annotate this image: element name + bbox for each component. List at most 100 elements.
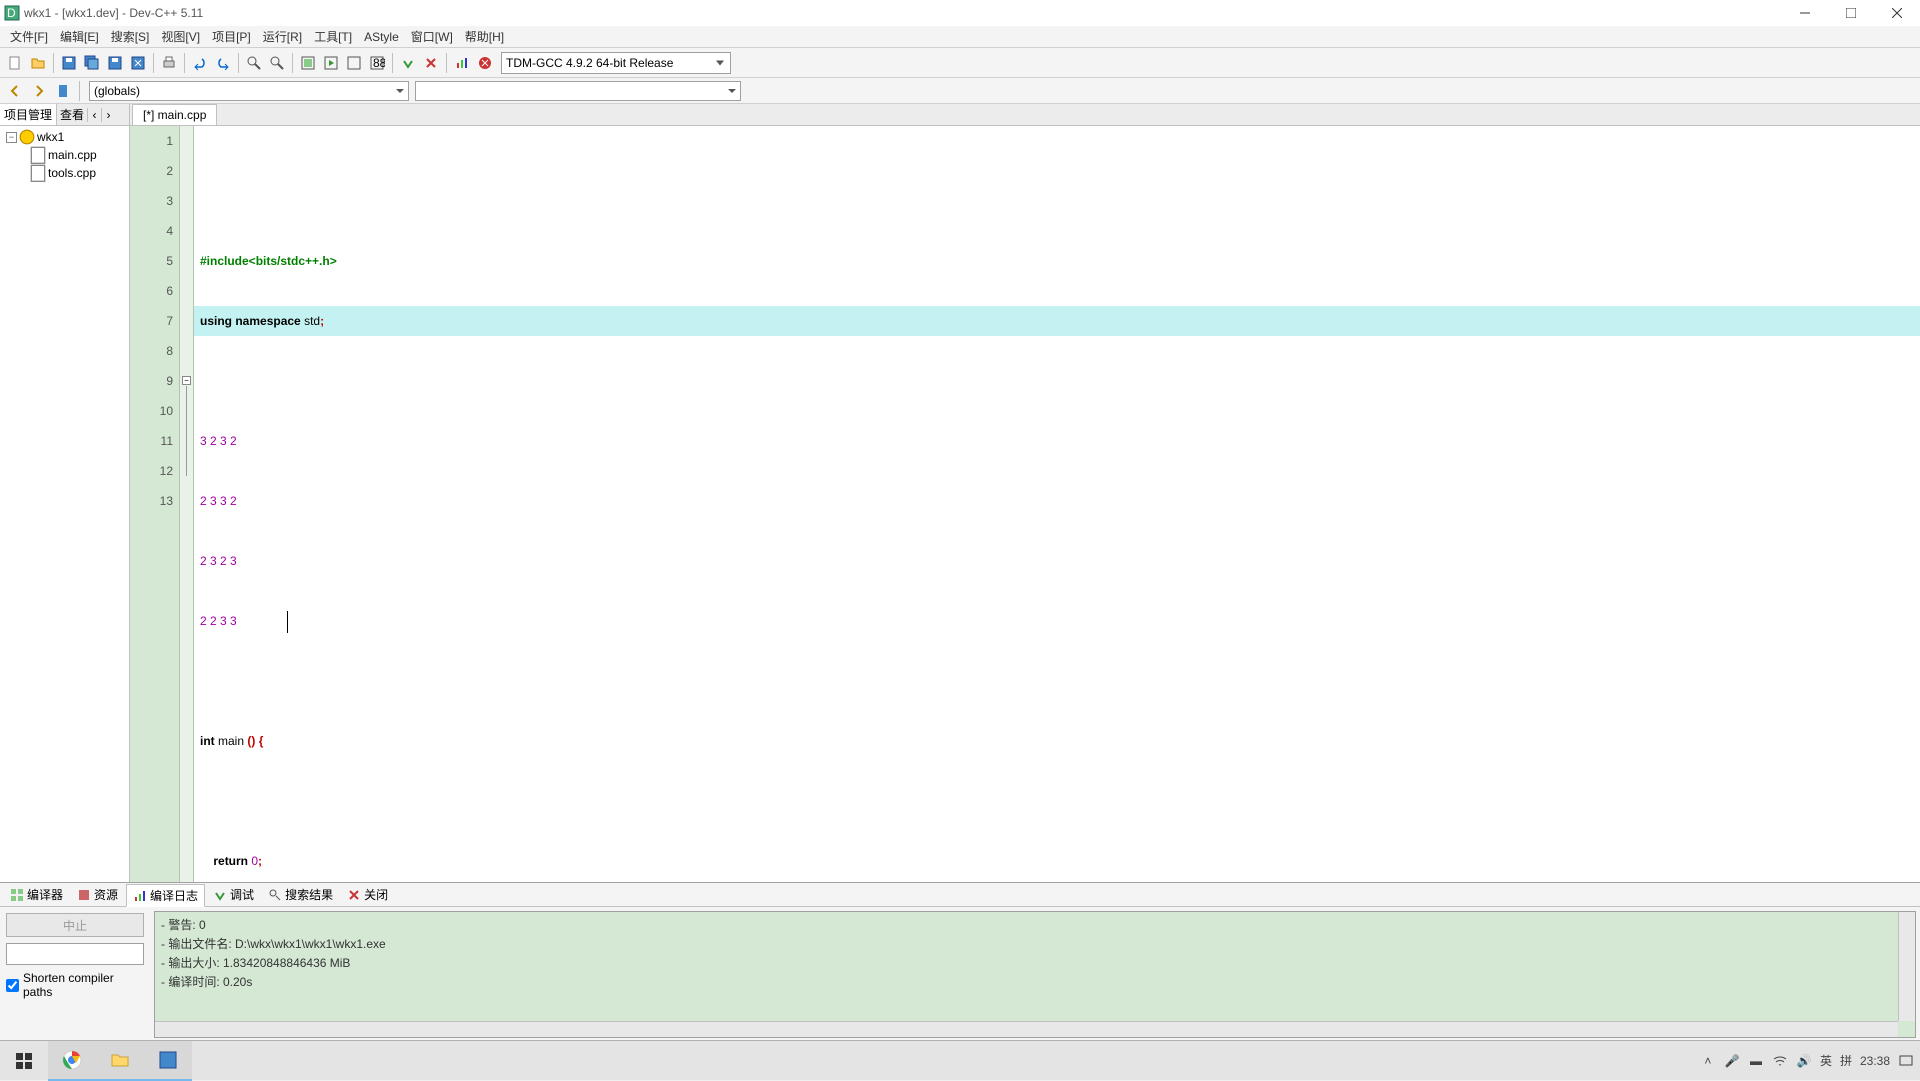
tree-file-item[interactable]: main.cpp	[2, 146, 127, 164]
tab-compiler[interactable]: 编译器	[4, 884, 69, 905]
menu-help[interactable]: 帮助[H]	[459, 26, 510, 47]
compile-output[interactable]: - 警告: 0 - 输出文件名: D:\wkx\wkx1\wkx1\wkx1.e…	[154, 911, 1916, 1038]
save-icon[interactable]	[58, 52, 80, 74]
project-icon	[19, 130, 35, 144]
run-icon[interactable]	[320, 52, 342, 74]
print-icon[interactable]	[158, 52, 180, 74]
compiler-profile-combo[interactable]: TDM-GCC 4.9.2 64-bit Release	[501, 52, 731, 74]
start-button[interactable]	[0, 1041, 48, 1081]
editor-tab-main[interactable]: [*] main.cpp	[132, 104, 217, 125]
undo-icon[interactable]	[189, 52, 211, 74]
close-button[interactable]	[1874, 0, 1920, 26]
save-as-icon[interactable]	[104, 52, 126, 74]
delete-profile-icon[interactable]	[474, 52, 496, 74]
debug-icon[interactable]	[397, 52, 419, 74]
output-line: - 输出文件名: D:\wkx\wkx1\wkx1\wkx1.exe	[161, 935, 1909, 954]
menu-search[interactable]: 搜索[S]	[105, 26, 156, 47]
checkbox-label: Shorten compiler paths	[23, 971, 144, 999]
tray-mic-icon[interactable]: 🎤	[1724, 1053, 1740, 1069]
tree-project-node[interactable]: − wkx1	[2, 128, 127, 146]
tray-battery-icon[interactable]: ▬	[1748, 1053, 1764, 1069]
goto-back-icon[interactable]	[4, 80, 26, 102]
menu-tools[interactable]: 工具[T]	[308, 26, 358, 47]
open-icon[interactable]	[27, 52, 49, 74]
tab-label: 编译器	[27, 886, 63, 903]
profile-icon[interactable]	[451, 52, 473, 74]
compiler-filter-input[interactable]	[6, 943, 144, 965]
compiler-profile-text: TDM-GCC 4.9.2 64-bit Release	[506, 56, 673, 70]
abort-button[interactable]: 中止	[6, 913, 144, 937]
collapse-icon[interactable]: −	[6, 132, 17, 143]
stop-icon[interactable]	[420, 52, 442, 74]
taskbar-explorer[interactable]	[96, 1041, 144, 1081]
menu-project[interactable]: 项目[P]	[206, 26, 257, 47]
menu-edit[interactable]: 编辑[E]	[54, 26, 105, 47]
tray-chevron-icon[interactable]: ˄	[1700, 1053, 1716, 1069]
horizontal-scrollbar[interactable]	[155, 1021, 1898, 1037]
tab-debug[interactable]: 调试	[207, 884, 260, 905]
tab-resources[interactable]: 资源	[71, 884, 124, 905]
close-file-icon[interactable]	[127, 52, 149, 74]
menu-run[interactable]: 运行[R]	[257, 26, 308, 47]
replace-icon[interactable]	[266, 52, 288, 74]
sidebar-tab-view[interactable]: 查看	[57, 104, 87, 125]
find-icon[interactable]	[243, 52, 265, 74]
code-editor[interactable]: 123 456 789 101112 13 − #include<bits/st…	[130, 126, 1920, 882]
tab-close[interactable]: 关闭	[341, 884, 394, 905]
tree-file-item[interactable]: tools.cpp	[2, 164, 127, 182]
tab-compile-log[interactable]: 编译日志	[126, 884, 205, 907]
vertical-scrollbar[interactable]	[1898, 912, 1915, 1021]
tray-clock[interactable]: 23:38	[1860, 1054, 1890, 1068]
tray-volume-icon[interactable]: 🔊	[1796, 1053, 1812, 1069]
file-name: main.cpp	[48, 148, 97, 162]
windows-taskbar: ˄ 🎤 ▬ 🔊 英 拼 23:38	[0, 1040, 1920, 1080]
menu-astyle[interactable]: AStyle	[358, 28, 405, 46]
svg-text:88: 88	[373, 56, 385, 70]
bookmark-icon[interactable]	[52, 80, 74, 102]
rebuild-icon[interactable]: 88	[366, 52, 388, 74]
line-gutter: 123 456 789 101112 13	[130, 126, 180, 882]
compile-icon[interactable]	[297, 52, 319, 74]
tray-wifi-icon[interactable]	[1772, 1053, 1788, 1069]
tray-ime-lang[interactable]: 英	[1820, 1052, 1832, 1069]
file-icon	[30, 166, 46, 180]
menu-view[interactable]: 视图[V]	[155, 26, 206, 47]
member-combo[interactable]	[415, 81, 741, 101]
class-navbar: (globals)	[0, 78, 1920, 104]
goto-fwd-icon[interactable]	[28, 80, 50, 102]
taskbar-chrome[interactable]	[48, 1041, 96, 1081]
tab-search-results[interactable]: 搜索结果	[262, 884, 339, 905]
minimize-button[interactable]	[1782, 0, 1828, 26]
file-name: tools.cpp	[48, 166, 96, 180]
sidebar-tab-project[interactable]: 项目管理	[0, 104, 57, 125]
shorten-paths-checkbox[interactable]: Shorten compiler paths	[6, 971, 144, 999]
menu-window[interactable]: 窗口[W]	[405, 26, 459, 47]
file-icon	[30, 148, 46, 162]
tab-label: 资源	[94, 886, 118, 903]
system-tray: ˄ 🎤 ▬ 🔊 英 拼 23:38	[1700, 1052, 1920, 1069]
new-file-icon[interactable]	[4, 52, 26, 74]
save-all-icon[interactable]	[81, 52, 103, 74]
maximize-button[interactable]	[1828, 0, 1874, 26]
output-line: - 警告: 0	[161, 916, 1909, 935]
title-bar: D wkx1 - [wkx1.dev] - Dev-C++ 5.11	[0, 0, 1920, 26]
fold-toggle-icon[interactable]: −	[182, 376, 191, 385]
app-icon: D	[4, 5, 20, 21]
sidebar-nav-right[interactable]: ›	[101, 108, 115, 122]
taskbar-devcpp[interactable]	[144, 1041, 192, 1081]
scope-text: (globals)	[94, 84, 140, 98]
tray-ime-mode[interactable]: 拼	[1840, 1052, 1852, 1069]
project-tree[interactable]: − wkx1 main.cpp tools.cpp	[0, 126, 129, 882]
tab-label: 搜索结果	[285, 886, 333, 903]
compile-run-icon[interactable]	[343, 52, 365, 74]
tray-notifications-icon[interactable]	[1898, 1053, 1914, 1069]
redo-icon[interactable]	[212, 52, 234, 74]
scope-combo[interactable]: (globals)	[89, 81, 409, 101]
svg-text:D: D	[7, 6, 16, 20]
menu-file[interactable]: 文件[F]	[4, 26, 54, 47]
window-title: wkx1 - [wkx1.dev] - Dev-C++ 5.11	[24, 6, 203, 20]
sidebar-nav-left[interactable]: ‹	[87, 108, 101, 122]
project-name: wkx1	[37, 130, 64, 144]
code-content[interactable]: #include<bits/stdc++.h> using namespace …	[194, 126, 1920, 882]
tab-label: 调试	[230, 886, 254, 903]
